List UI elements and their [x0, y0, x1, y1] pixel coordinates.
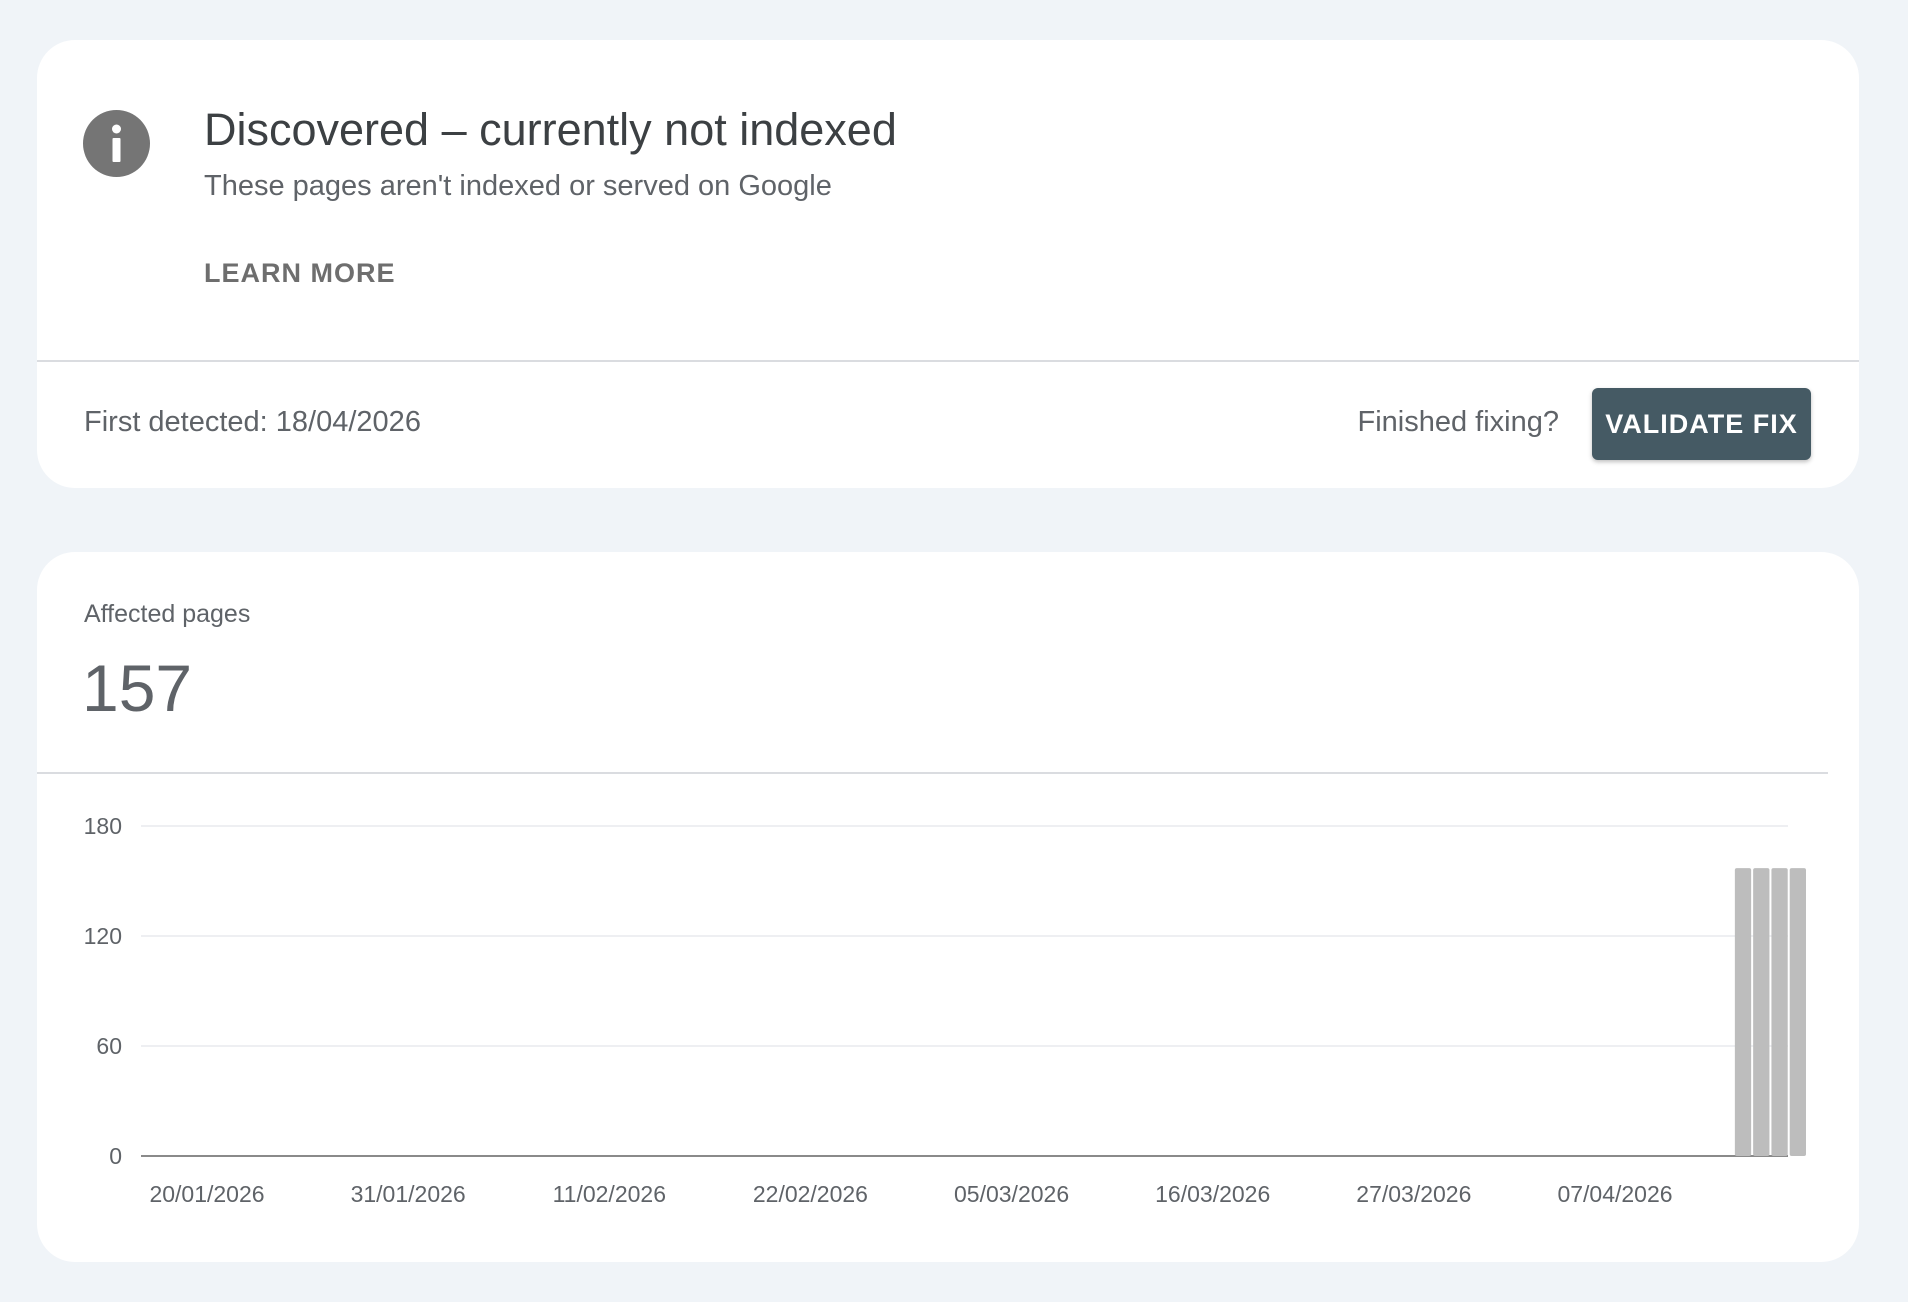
issue-subtitle: These pages aren't indexed or served on … — [204, 170, 832, 202]
info-icon — [83, 110, 150, 177]
learn-more-link[interactable]: LEARN MORE — [204, 258, 396, 289]
issue-divider — [37, 360, 1859, 362]
validate-fix-button[interactable]: VALIDATE FIX — [1592, 388, 1811, 460]
finished-fixing-prompt: Finished fixing? — [1357, 406, 1560, 438]
y-tick-label: 180 — [84, 813, 122, 839]
chart-bar — [1771, 868, 1788, 1156]
issue-title: Discovered – currently not indexed — [204, 104, 897, 155]
y-tick-label: 120 — [84, 923, 122, 949]
x-tick-label: 16/03/2026 — [1155, 1181, 1270, 1207]
x-tick-label: 31/01/2026 — [351, 1181, 466, 1207]
x-tick-label: 05/03/2026 — [954, 1181, 1069, 1207]
chart-bar — [1753, 868, 1770, 1156]
x-tick-label: 27/03/2026 — [1356, 1181, 1471, 1207]
y-tick-label: 60 — [96, 1033, 122, 1059]
first-detected-text: First detected: 18/04/2026 — [84, 406, 421, 438]
x-tick-label: 07/04/2026 — [1557, 1181, 1672, 1207]
affected-pages-chart: 0 60 120 180 20/01/2026 31/01/2026 11/02/2026 2… — [84, 813, 1806, 1207]
x-tick-label: 22/02/2026 — [753, 1181, 868, 1207]
x-tick-label: 11/02/2026 — [553, 1181, 666, 1207]
x-tick-label: 20/01/2026 — [149, 1181, 264, 1207]
chart-bar — [1734, 868, 1752, 1156]
y-tick-label: 0 — [109, 1143, 122, 1169]
chart-bar — [1789, 868, 1806, 1156]
issue-card: Discovered – currently not indexed These… — [37, 40, 1859, 488]
chart-card: Affected pages 157 0 60 120 180 20/01/2026 31… — [37, 552, 1859, 1262]
